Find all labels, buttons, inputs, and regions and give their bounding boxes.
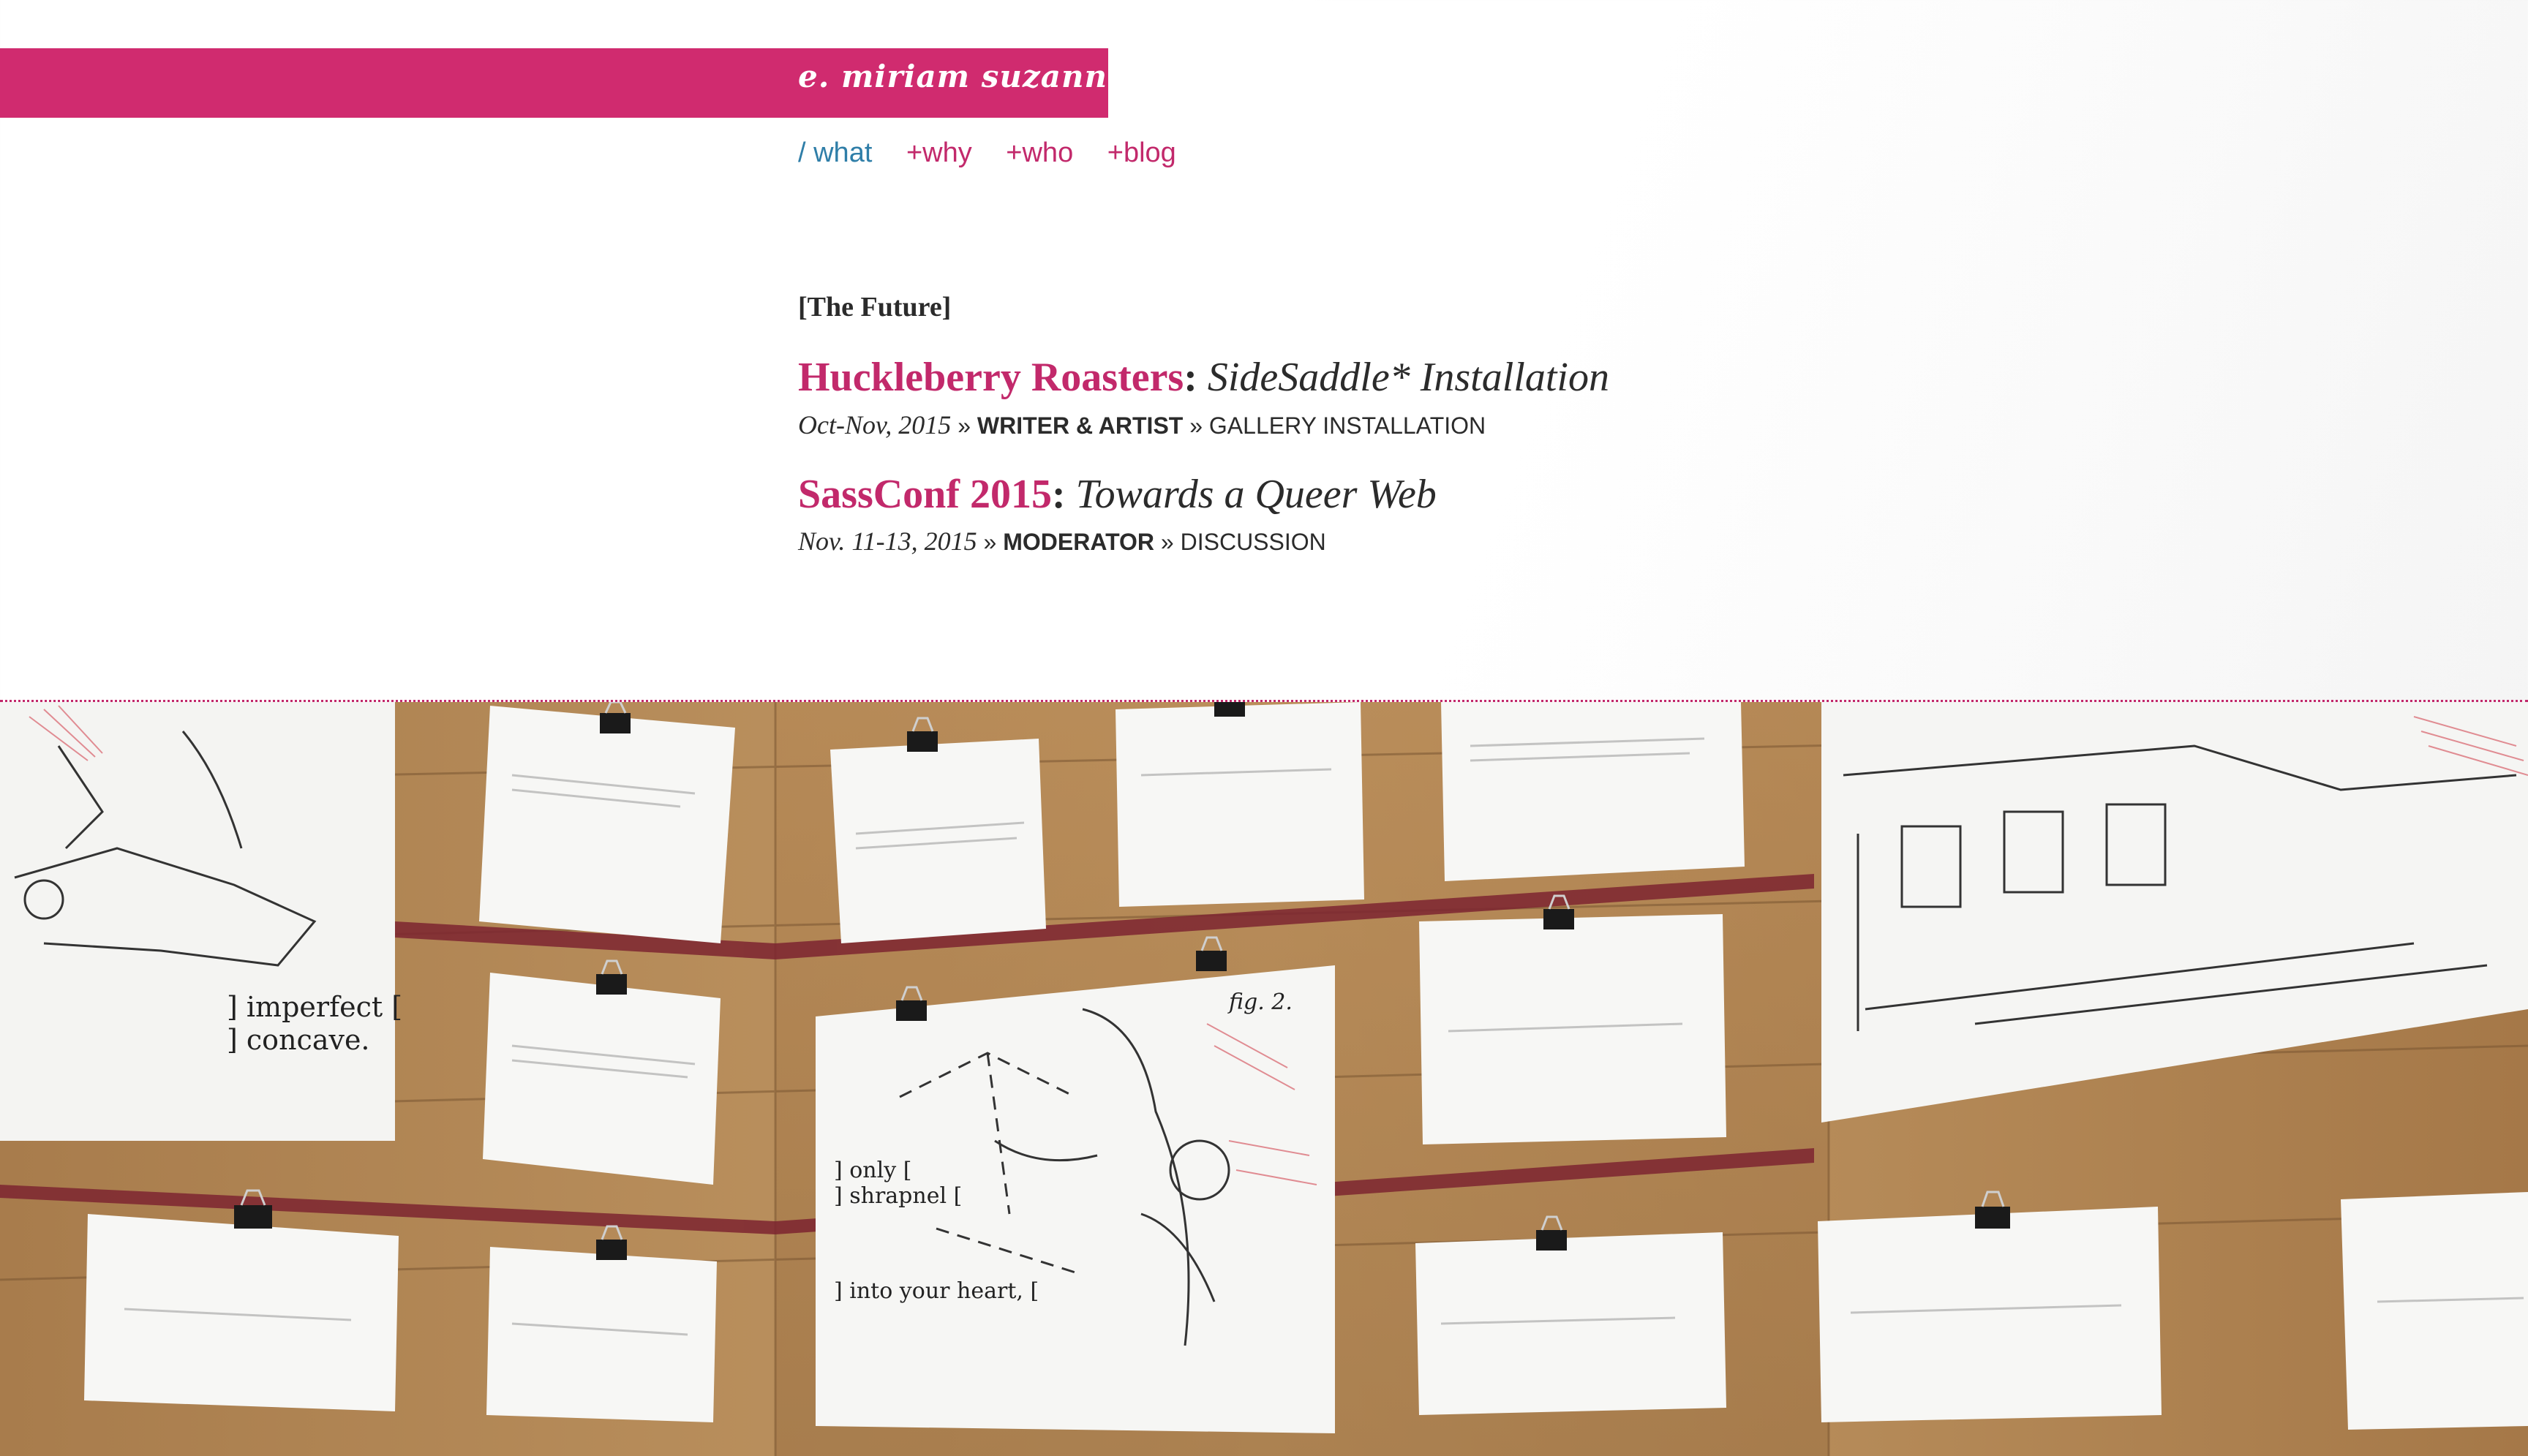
event-item: SassConf 2015: Towards a Queer Web Nov. …	[798, 472, 1895, 557]
card-text: fig. 2.	[1227, 989, 1293, 1015]
site-banner: e. miriam suzanne	[0, 48, 1127, 118]
event-date: Nov. 11-13, 2015	[798, 527, 977, 557]
installation-photo: ] imperfect [ ] concave. fig. 2.] only …	[0, 700, 2528, 1456]
card-text: ] only [	[834, 1158, 911, 1183]
event-date: Oct-Nov, 2015	[798, 410, 952, 440]
card-text: ] shrapnel [	[834, 1183, 962, 1209]
meta-separator: »	[983, 529, 997, 556]
event-item: Huckleberry Roasters: SideSaddle* Instal…	[798, 355, 1895, 440]
meta-separator: »	[958, 412, 971, 439]
event-kind: DISCUSSION	[1180, 529, 1326, 556]
nav-item-what[interactable]: / what	[798, 137, 872, 168]
primary-nav: / what +why +who +blog	[798, 137, 1203, 169]
installation-photo-image: ] imperfect [ ] concave. fig. 2.] only …	[0, 702, 2528, 1456]
future-events-section: [The Future] Huckleberry Roasters: SideS…	[798, 291, 1895, 557]
card-text: ] into your heart, [	[834, 1278, 1039, 1304]
event-org-link[interactable]: SassConf 2015	[798, 472, 1052, 517]
event-title: Towards a Queer Web	[1075, 471, 1437, 517]
meta-separator: »	[1160, 529, 1174, 556]
event-kind: GALLERY INSTALLATION	[1208, 412, 1486, 439]
event-meta: Nov. 11-13, 2015 » MODERATOR » DISCUSSIO…	[798, 526, 1895, 557]
section-heading: [The Future]	[798, 292, 952, 322]
nav-item-why[interactable]: +why	[906, 137, 972, 168]
drawing-card-center: fig. 2. ] only [ ] shrapnel [ ] into you…	[816, 965, 1335, 1433]
drawing-card-left: ] imperfect [ ] concave.	[0, 702, 402, 1141]
event-org-link[interactable]: Huckleberry Roasters	[798, 355, 1184, 400]
meta-separator: »	[1189, 412, 1203, 439]
nav-item-blog[interactable]: +blog	[1107, 137, 1176, 168]
event-meta: Oct-Nov, 2015 » WRITER & ARTIST » GALLER…	[798, 410, 1895, 440]
card-text: ] imperfect [	[227, 991, 402, 1023]
nav-item-who[interactable]: +who	[1006, 137, 1073, 168]
site-logo[interactable]: e. miriam suzanne	[798, 59, 1128, 94]
event-role: MODERATOR	[1003, 529, 1155, 556]
card-text: ] concave.	[227, 1024, 370, 1056]
event-role: WRITER & ARTIST	[977, 412, 1184, 439]
event-heading: Huckleberry Roasters: SideSaddle* Instal…	[798, 355, 1609, 400]
event-heading: SassConf 2015: Towards a Queer Web	[798, 471, 1437, 517]
event-title: SideSaddle* Installation	[1207, 355, 1609, 400]
